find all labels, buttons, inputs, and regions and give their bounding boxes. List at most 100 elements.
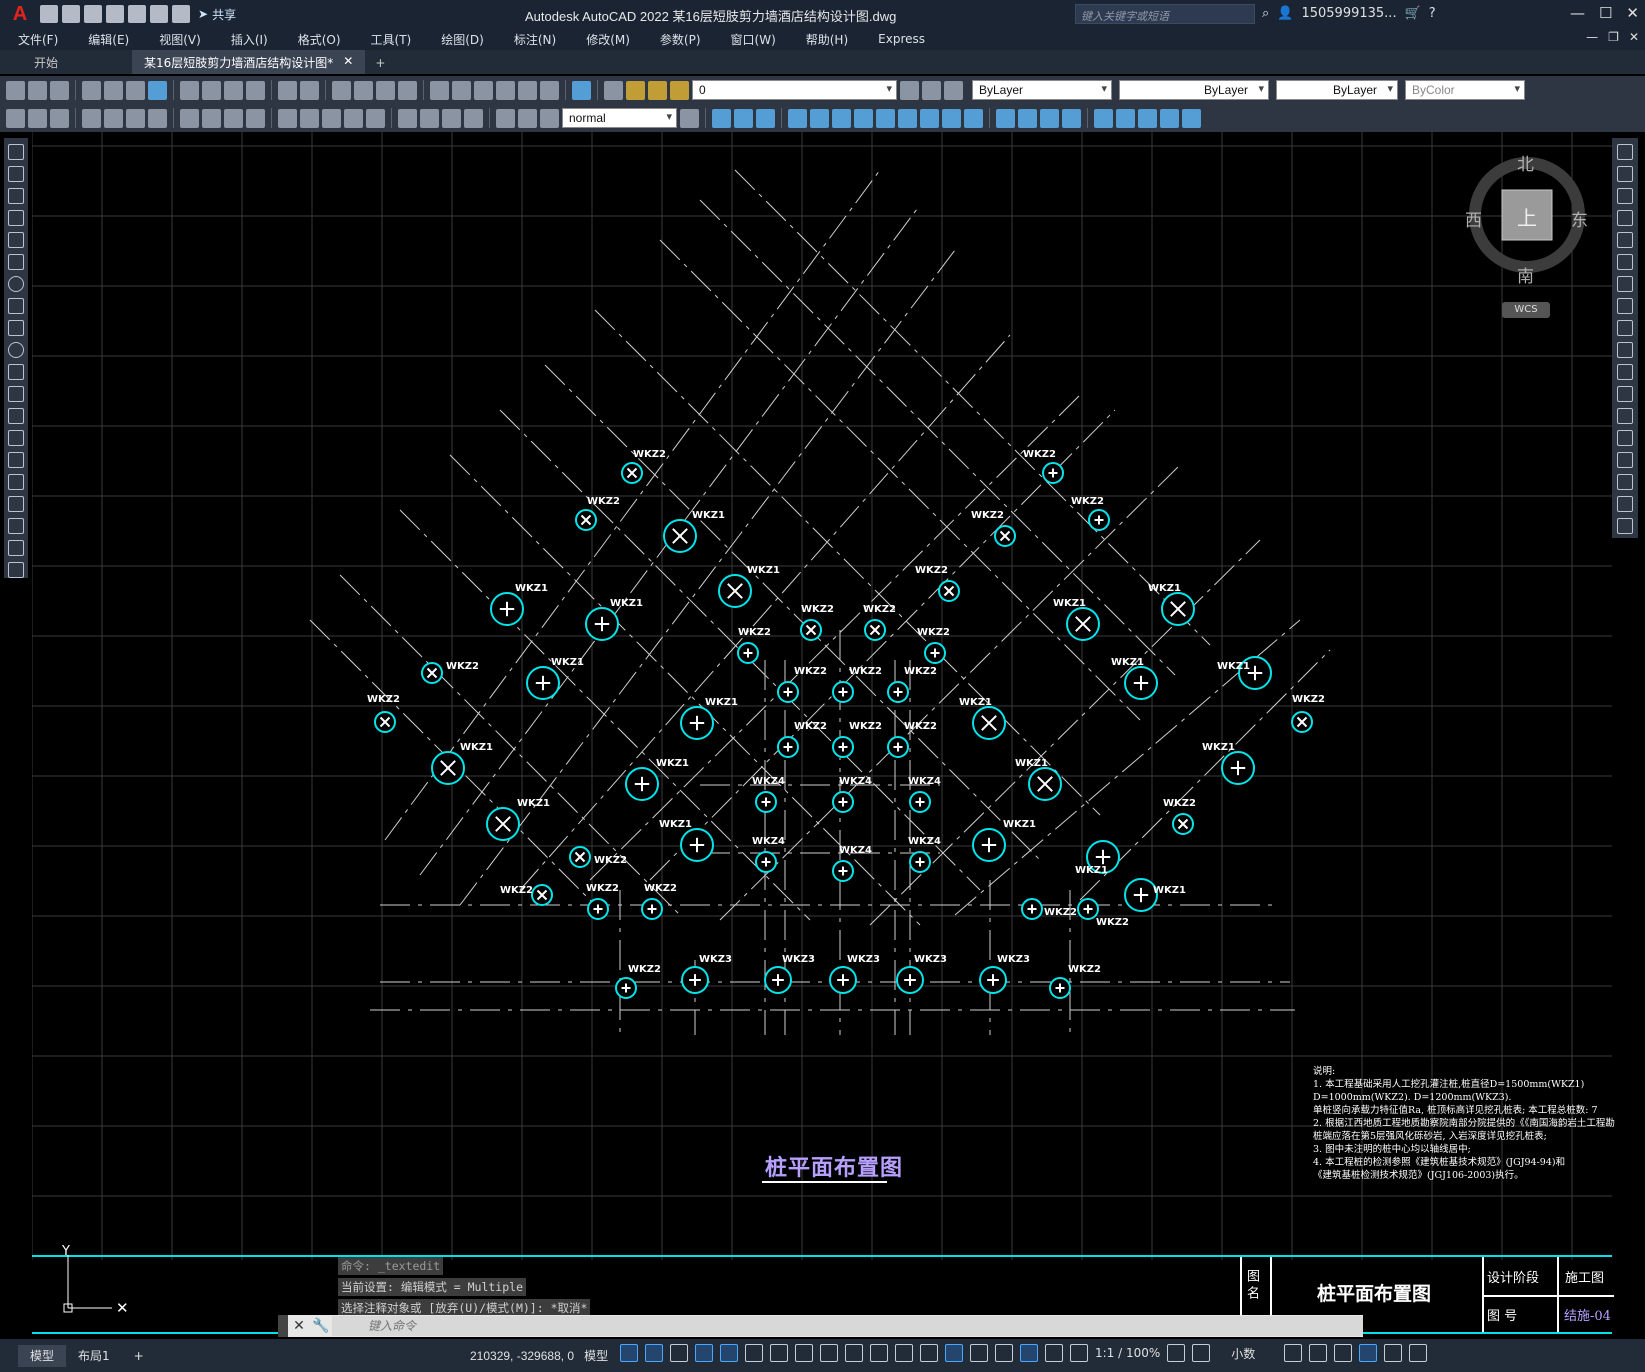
save-as-icon[interactable] xyxy=(106,5,124,23)
lock-icon[interactable] xyxy=(670,80,689,100)
zoom-window-icon[interactable] xyxy=(376,80,395,100)
doc-restore-icon[interactable]: ❐ xyxy=(1608,30,1619,44)
dim-tool-icon[interactable] xyxy=(50,108,69,128)
infer-icon[interactable] xyxy=(670,1344,688,1362)
save-icon[interactable] xyxy=(50,80,69,100)
break-at-point-icon[interactable] xyxy=(1617,386,1633,402)
viewcube-east[interactable]: 东 xyxy=(1571,206,1588,231)
match-properties-icon[interactable] xyxy=(246,80,265,100)
layer-state-icon[interactable] xyxy=(944,80,963,100)
dim-text-edit-icon[interactable] xyxy=(518,108,537,128)
help-icon[interactable] xyxy=(572,80,591,100)
ordinate-icon[interactable] xyxy=(148,108,167,128)
wcs-button[interactable]: WCS xyxy=(1502,302,1550,318)
jogged-icon[interactable] xyxy=(202,108,221,128)
menu-file[interactable]: 文件(F) xyxy=(18,31,58,48)
zoom-previous-icon[interactable] xyxy=(398,80,417,100)
open-icon[interactable] xyxy=(28,80,47,100)
join-icon[interactable] xyxy=(1617,430,1633,446)
ucs-zaxis-icon[interactable] xyxy=(876,108,895,128)
ellipse-arc-icon[interactable] xyxy=(8,364,24,380)
tab-model[interactable]: 模型 xyxy=(18,1344,67,1367)
dim-style-icon[interactable] xyxy=(680,108,699,128)
aligned-dim-icon[interactable] xyxy=(104,108,123,128)
globe-icon[interactable] xyxy=(148,80,167,100)
mirror-icon[interactable] xyxy=(1617,188,1633,204)
redo-icon[interactable] xyxy=(300,80,319,100)
sheet-set-icon[interactable] xyxy=(496,80,515,100)
erase-icon[interactable] xyxy=(1617,144,1633,160)
angular-icon[interactable] xyxy=(246,108,265,128)
tab-close-icon[interactable]: ✕ xyxy=(343,54,353,70)
markup-icon[interactable] xyxy=(518,80,537,100)
copy-icon[interactable] xyxy=(202,80,221,100)
ucs-settings-icon[interactable] xyxy=(1040,108,1059,128)
ucs-world-icon[interactable] xyxy=(734,108,753,128)
arc-length-icon[interactable] xyxy=(126,108,145,128)
ucs-previous-icon[interactable] xyxy=(756,108,775,128)
rectangle-icon[interactable] xyxy=(8,232,24,248)
plot-icon[interactable] xyxy=(128,5,146,23)
table-icon[interactable] xyxy=(8,518,24,534)
design-center-icon[interactable] xyxy=(452,80,471,100)
ortho-icon[interactable] xyxy=(720,1344,738,1362)
ucs-view-icon[interactable] xyxy=(832,108,851,128)
add-selected-icon[interactable] xyxy=(8,562,24,578)
point-icon[interactable] xyxy=(8,430,24,446)
clip-viewport-icon[interactable] xyxy=(1116,108,1135,128)
print-icon[interactable] xyxy=(82,80,101,100)
annotation-visibility-icon[interactable] xyxy=(1020,1344,1038,1362)
ucs-origin-icon[interactable] xyxy=(854,108,873,128)
spline-icon[interactable] xyxy=(8,320,24,336)
command-grip[interactable] xyxy=(278,1315,288,1337)
undo-icon[interactable] xyxy=(150,5,168,23)
insert-block-icon[interactable] xyxy=(8,386,24,402)
linear-dim-icon[interactable] xyxy=(82,108,101,128)
ucs-z-icon[interactable] xyxy=(964,108,983,128)
units-value[interactable]: 小数 xyxy=(1231,1345,1255,1362)
sun-icon[interactable] xyxy=(648,80,667,100)
viewcube-west[interactable]: 西 xyxy=(1465,206,1482,231)
text-style-select[interactable]: normal xyxy=(562,108,677,128)
menu-modify[interactable]: 修改(M) xyxy=(586,31,630,48)
properties-icon[interactable] xyxy=(430,80,449,100)
dynamic-ucs-icon[interactable] xyxy=(945,1344,963,1362)
ucs-apply-icon[interactable] xyxy=(996,108,1015,128)
plotstyle-select[interactable]: ByColor xyxy=(1405,80,1525,100)
graphics-performance-icon[interactable] xyxy=(1359,1344,1378,1362)
annotation-monitor-icon[interactable] xyxy=(1192,1344,1211,1362)
customization-icon[interactable] xyxy=(1409,1344,1428,1362)
diameter-icon[interactable] xyxy=(224,108,243,128)
viewcube-north[interactable]: 北 xyxy=(1517,150,1534,175)
dim-update-icon[interactable] xyxy=(540,108,559,128)
undo-icon[interactable] xyxy=(278,80,297,100)
layer-select[interactable]: 0 xyxy=(692,80,897,100)
quick-properties-icon[interactable] xyxy=(1284,1344,1303,1362)
jogged-linear-icon[interactable] xyxy=(464,108,483,128)
move-icon[interactable] xyxy=(1617,254,1633,270)
center-mark-icon[interactable] xyxy=(420,108,439,128)
pan-icon[interactable] xyxy=(332,80,351,100)
polygon-icon[interactable] xyxy=(8,210,24,226)
bulb-icon[interactable] xyxy=(626,80,645,100)
search-input[interactable]: 键入关键字或短语 xyxy=(1075,4,1255,24)
gizmo-icon[interactable] xyxy=(995,1344,1013,1362)
menu-format[interactable]: 格式(O) xyxy=(298,31,341,48)
tolerance-icon[interactable] xyxy=(398,108,417,128)
break-icon[interactable] xyxy=(1617,408,1633,424)
dim-tool-icon[interactable] xyxy=(28,108,47,128)
3d-osnap-icon[interactable] xyxy=(920,1344,938,1362)
lineweight-select[interactable]: ByLayer xyxy=(1276,80,1398,100)
paste-icon[interactable] xyxy=(224,80,243,100)
cart-icon[interactable]: 🛒 xyxy=(1405,6,1421,21)
ucs-icon-properties-icon[interactable] xyxy=(1062,108,1081,128)
ucs-face-icon[interactable] xyxy=(788,108,807,128)
explode-icon[interactable] xyxy=(1617,518,1633,534)
viewcube-south[interactable]: 南 xyxy=(1517,262,1534,287)
menu-window[interactable]: 窗口(W) xyxy=(731,31,776,48)
hatch-icon[interactable] xyxy=(8,452,24,468)
offset-icon[interactable] xyxy=(1617,210,1633,226)
construction-line-icon[interactable] xyxy=(8,166,24,182)
mtext-icon[interactable] xyxy=(8,540,24,556)
lineweight-icon[interactable] xyxy=(845,1344,863,1362)
